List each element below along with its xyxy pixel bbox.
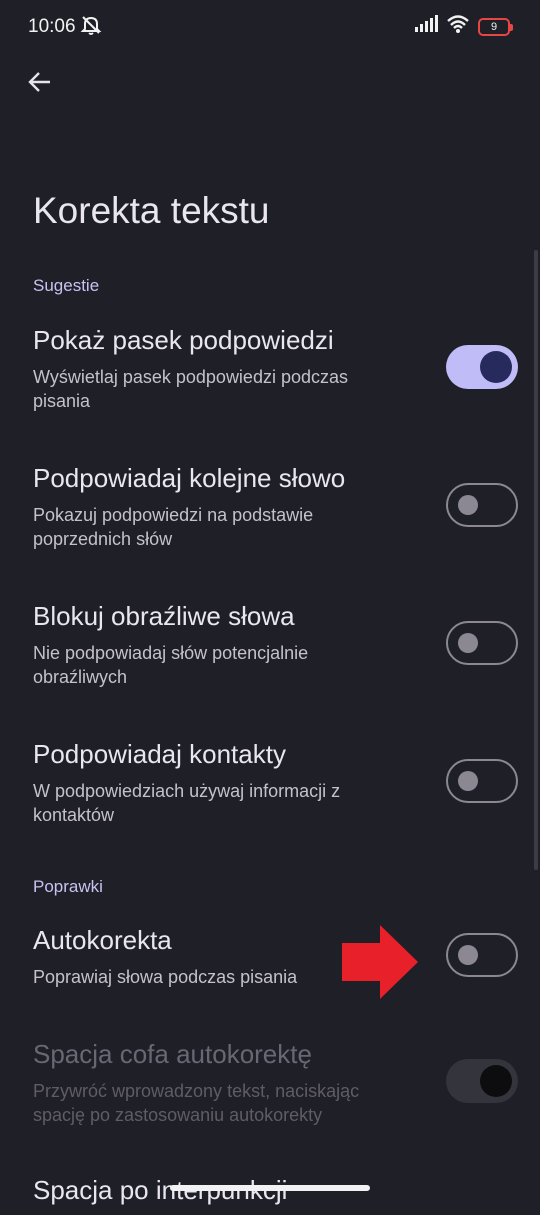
scrollbar[interactable] (534, 250, 538, 870)
setting-autocorrect[interactable]: Autokorekta Poprawiaj słowa podczas pisa… (0, 925, 540, 1005)
section-header-suggestions: Sugestie (33, 276, 100, 295)
switch-knob (458, 945, 478, 965)
setting-description: Wyświetlaj pasek podpowiedzi podczas pis… (33, 367, 348, 411)
switch-knob (458, 633, 478, 653)
arrow-left-icon (27, 69, 53, 100)
status-icons: 9 (414, 14, 513, 39)
setting-suggest-contacts[interactable]: Podpowiadaj kontakty W podpowiedziach uż… (0, 739, 540, 839)
toggle-switch-off[interactable] (446, 933, 518, 977)
setting-space-after-punctuation[interactable]: Spacja po interpunkcji (0, 1175, 540, 1215)
annotation-arrow-icon (342, 925, 420, 1004)
wifi-icon (446, 14, 470, 39)
home-indicator[interactable] (170, 1185, 370, 1191)
switch-knob (458, 771, 478, 791)
toggle-switch-on[interactable] (446, 345, 518, 389)
setting-title: Podpowiadaj kontakty (33, 739, 286, 769)
setting-title: Spacja cofa autokorektę (33, 1039, 312, 1069)
toggle-switch-disabled (446, 1059, 518, 1103)
setting-title: Pokaż pasek podpowiedzi (33, 325, 334, 355)
switch-knob (480, 351, 512, 383)
setting-description: Przywróć wprowadzony tekst, naciskając s… (33, 1081, 360, 1125)
page-title: Korekta tekstu (33, 190, 270, 231)
signal-icon (414, 15, 438, 38)
setting-undo-autocorrect-on-space: Spacja cofa autokorektę Przywróć wprowad… (0, 1039, 540, 1139)
setting-description: W podpowiedziach używaj informacji z kon… (33, 781, 341, 825)
back-button[interactable] (20, 64, 60, 104)
setting-title: Autokorekta (33, 925, 172, 955)
setting-title: Podpowiadaj kolejne słowo (33, 463, 346, 493)
setting-block-offensive-words[interactable]: Blokuj obraźliwe słowa Nie podpowiadaj s… (0, 601, 540, 701)
switch-knob (458, 495, 478, 515)
toggle-switch-off[interactable] (446, 483, 518, 527)
toggle-switch-off[interactable] (446, 759, 518, 803)
toggle-switch-off[interactable] (446, 621, 518, 665)
switch-knob (480, 1065, 512, 1097)
section-header-corrections: Poprawki (33, 877, 103, 896)
mute-bell-icon (80, 14, 102, 41)
setting-next-word-suggestions[interactable]: Podpowiadaj kolejne słowo Pokazuj podpow… (0, 463, 540, 563)
setting-show-suggestion-strip[interactable]: Pokaż pasek podpowiedzi Wyświetlaj pasek… (0, 325, 540, 425)
status-bar: 10:06 9 (0, 0, 540, 52)
setting-title: Blokuj obraźliwe słowa (33, 601, 295, 631)
setting-description: Pokazuj podpowiedzi na podstawie poprzed… (33, 505, 314, 549)
battery-icon: 9 (478, 17, 513, 36)
status-time: 10:06 (28, 16, 76, 37)
battery-level: 9 (490, 20, 498, 33)
setting-description: Nie podpowiadaj słów potencjalnie obraźl… (33, 643, 309, 687)
